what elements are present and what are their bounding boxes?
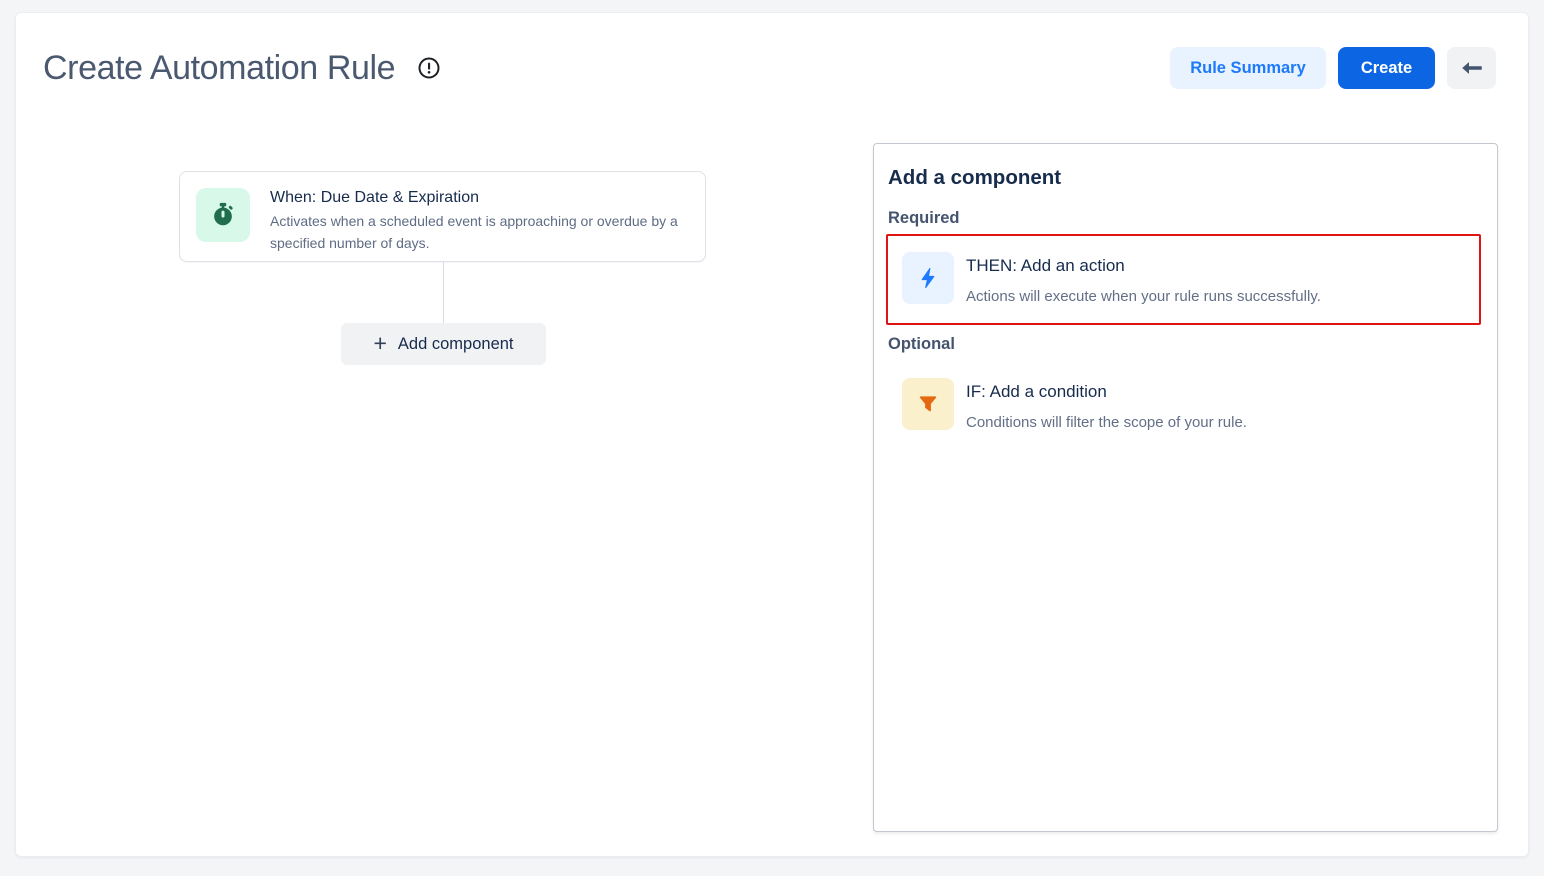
create-automation-rule-page: Create Automation Rule Rule Summary Crea… — [15, 12, 1529, 857]
if-option-description: Conditions will filter the scope of your… — [966, 413, 1247, 433]
trigger-card-description: Activates when a scheduled event is appr… — [270, 211, 702, 254]
add-component-panel: Add a component Required THEN: Add an ac… — [873, 143, 1498, 832]
create-button[interactable]: Create — [1338, 47, 1435, 89]
rule-summary-button[interactable]: Rule Summary — [1170, 47, 1326, 89]
add-component-button[interactable]: + Add component — [341, 323, 546, 365]
add-component-label: Add component — [398, 335, 514, 354]
trigger-card[interactable]: When: Due Date & Expiration Activates wh… — [179, 171, 706, 262]
connector-line — [443, 262, 444, 323]
panel-title: Add a component — [888, 165, 1481, 191]
plus-icon: + — [373, 332, 386, 355]
then-option-text: THEN: Add an action Actions will execute… — [966, 252, 1321, 307]
filter-icon — [902, 378, 954, 430]
page-title: Create Automation Rule — [43, 47, 395, 89]
then-option-description: Actions will execute when your rule runs… — [966, 287, 1321, 307]
alert-circle-icon[interactable] — [417, 56, 441, 80]
back-button[interactable] — [1447, 47, 1496, 89]
stopwatch-icon — [196, 188, 250, 242]
section-label-required: Required — [888, 208, 1481, 229]
if-option-text: IF: Add a condition Conditions will filt… — [966, 378, 1247, 433]
page-header: Create Automation Rule Rule Summary Crea… — [43, 47, 1496, 89]
trigger-card-text: When: Due Date & Expiration Activates wh… — [270, 188, 702, 245]
arrow-left-icon — [1459, 55, 1485, 81]
trigger-card-title: When: Due Date & Expiration — [270, 188, 702, 208]
if-option-title: IF: Add a condition — [966, 380, 1247, 404]
then-add-action-option[interactable]: THEN: Add an action Actions will execute… — [886, 234, 1481, 325]
header-actions: Rule Summary Create — [1170, 47, 1496, 89]
then-option-title: THEN: Add an action — [966, 254, 1321, 278]
section-label-optional: Optional — [888, 334, 1481, 355]
lightning-icon — [902, 252, 954, 304]
if-add-condition-option[interactable]: IF: Add a condition Conditions will filt… — [886, 360, 1481, 451]
